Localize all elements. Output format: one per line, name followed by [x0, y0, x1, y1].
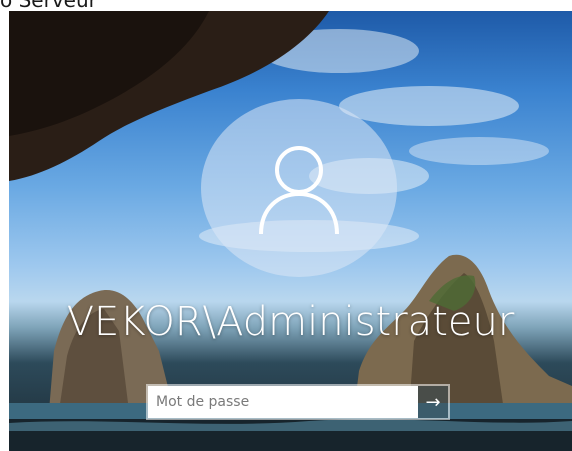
user-silhouette-icon — [259, 146, 339, 235]
account-username: VEKOR\Administrateur — [66, 299, 515, 345]
user-avatar — [201, 99, 397, 277]
lock-screen: VEKOR\Administrateur → — [9, 11, 572, 451]
password-box: → — [146, 384, 450, 420]
password-input[interactable] — [148, 386, 418, 418]
arrow-right-icon: → — [425, 391, 441, 413]
submit-arrow-button[interactable]: → — [418, 386, 448, 418]
